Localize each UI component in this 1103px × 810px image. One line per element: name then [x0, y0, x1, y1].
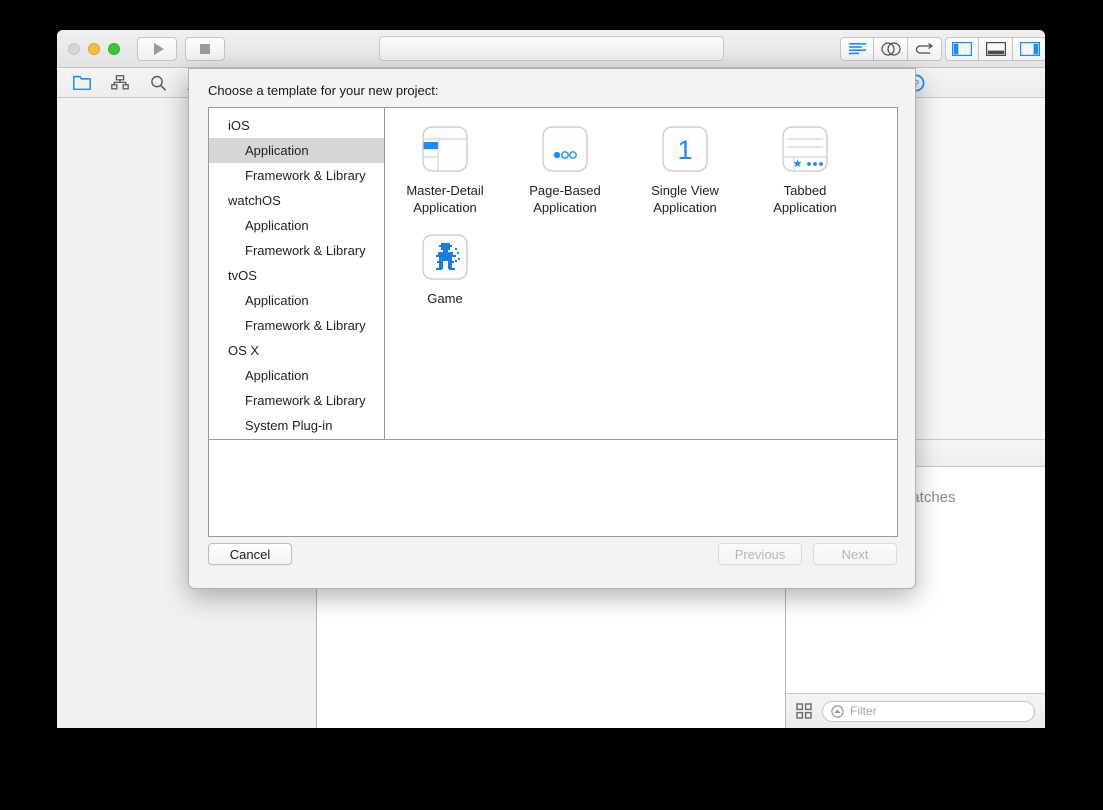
new-project-template-dialog: Choose a template for your new project: …	[188, 68, 916, 589]
search-icon	[150, 75, 166, 91]
assistant-editor-button[interactable]	[874, 37, 908, 61]
play-icon	[153, 43, 164, 55]
sidebar-row-application[interactable]: Application	[209, 288, 384, 313]
library-filter-bar: Filter	[786, 693, 1045, 728]
close-button[interactable]	[68, 43, 80, 55]
screen: ? No Selection	[0, 0, 1103, 810]
cancel-button[interactable]: Cancel	[208, 543, 292, 565]
master-detail-icon	[422, 126, 468, 172]
template-item-master-detail[interactable]: Master-Detail Application	[385, 126, 505, 216]
svg-text:1: 1	[677, 135, 692, 165]
debug-panel-icon	[985, 42, 1006, 56]
toggle-navigator-button[interactable]	[945, 37, 979, 61]
sidebar-row-label: iOS	[228, 118, 250, 133]
sidebar-row-label: Framework & Library	[245, 168, 366, 183]
sidebar-row-framework-library[interactable]: Framework & Library	[209, 313, 384, 338]
navigator-panel-icon	[952, 42, 972, 56]
sidebar-row-system-plug-in[interactable]: System Plug-in	[209, 413, 384, 438]
version-editor-button[interactable]	[908, 37, 942, 61]
sidebar-row-label: Framework & Library	[245, 318, 366, 333]
filter-scope-icon	[831, 704, 844, 718]
editor-mode-segments	[840, 37, 942, 61]
game-icon	[422, 234, 468, 280]
standard-editor-button[interactable]	[840, 37, 874, 61]
template-item-game[interactable]: Game	[385, 234, 505, 307]
filter-input[interactable]: Filter	[822, 700, 1035, 722]
sidebar-row-label: Framework & Library	[245, 243, 366, 258]
stop-button[interactable]	[185, 37, 225, 61]
sidebar-row-watchos[interactable]: watchOS	[209, 188, 384, 213]
sidebar-row-application[interactable]: Application	[209, 213, 384, 238]
single-view-icon: 1	[662, 126, 708, 172]
page-based-icon	[542, 126, 588, 172]
template-item-single-view[interactable]: 1 Single View Application	[625, 126, 745, 216]
sidebar-row-label: Application	[245, 293, 309, 308]
sidebar-row-framework-library[interactable]: Framework & Library	[209, 388, 384, 413]
zoom-button[interactable]	[108, 43, 120, 55]
sidebar-row-framework-library[interactable]: Framework & Library	[209, 238, 384, 263]
previous-button: Previous	[718, 543, 802, 565]
hierarchy-icon	[111, 75, 129, 90]
sidebar-row-label: Application	[245, 143, 309, 158]
stop-icon	[200, 44, 210, 54]
dialog-title: Choose a template for your new project:	[208, 83, 439, 98]
template-description-pane	[209, 439, 897, 536]
view-toggle-segments	[945, 37, 1045, 61]
traffic-light-group	[68, 43, 120, 55]
sidebar-row-label: OS X	[228, 343, 260, 358]
template-item-label: Single View Application	[651, 183, 719, 215]
window-titlebar	[57, 30, 1045, 68]
sidebar-row-framework-library[interactable]: Framework & Library	[209, 163, 384, 188]
minimize-button[interactable]	[88, 43, 100, 55]
sidebar-row-ios[interactable]: iOS	[209, 113, 384, 138]
version-editor-icon	[915, 42, 934, 54]
template-items: Master-Detail Application Page-Based Applic…	[385, 126, 897, 325]
sidebar-row-label: Framework & Library	[245, 393, 366, 408]
toggle-debug-area-button[interactable]	[979, 37, 1013, 61]
standard-editor-icon	[848, 42, 866, 54]
dialog-content: iOS Application Framework & Library watchOS…	[208, 107, 898, 537]
platform-sidebar: iOS Application Framework & Library watchOS…	[209, 108, 385, 439]
next-button: Next	[813, 543, 897, 565]
sidebar-row-label: System Plug-in	[245, 418, 333, 433]
dialog-button-bar: Cancel Previous Next	[189, 535, 915, 588]
tabbed-icon	[782, 126, 828, 172]
toggle-utilities-button[interactable]	[1013, 37, 1045, 61]
run-button[interactable]	[137, 37, 177, 61]
sidebar-row-application[interactable]: Application	[209, 138, 384, 163]
template-item-tabbed[interactable]: Tabbed Application	[745, 126, 865, 216]
sidebar-row-label: watchOS	[228, 193, 281, 208]
symbol-navigator-button[interactable]	[111, 75, 129, 91]
template-item-label: Master-Detail Application	[406, 183, 484, 215]
sidebar-row-application[interactable]: Application	[209, 363, 384, 388]
sidebar-row-os-x[interactable]: OS X	[209, 338, 384, 363]
utilities-panel-icon	[1019, 42, 1040, 56]
template-item-page-based[interactable]: Page-Based Application	[505, 126, 625, 216]
sidebar-row-tvos[interactable]: tvOS	[209, 263, 384, 288]
grid-icon[interactable]	[796, 703, 812, 719]
sidebar-row-label: Application	[245, 368, 309, 383]
sidebar-row-label: Application	[245, 218, 309, 233]
find-navigator-button[interactable]	[149, 75, 167, 91]
template-item-label: Page-Based Application	[529, 183, 601, 215]
template-grid: Master-Detail Application Page-Based Applic…	[385, 108, 897, 439]
dialog-upper: iOS Application Framework & Library watchOS…	[209, 108, 897, 439]
assistant-editor-icon	[880, 42, 901, 56]
template-item-label: Game	[427, 291, 463, 306]
project-navigator-button[interactable]	[73, 75, 91, 91]
sidebar-row-label: tvOS	[228, 268, 257, 283]
template-item-label: Tabbed Application	[773, 183, 837, 215]
activity-viewer[interactable]	[379, 36, 724, 61]
filter-placeholder: Filter	[850, 704, 877, 718]
folder-icon	[73, 75, 91, 90]
